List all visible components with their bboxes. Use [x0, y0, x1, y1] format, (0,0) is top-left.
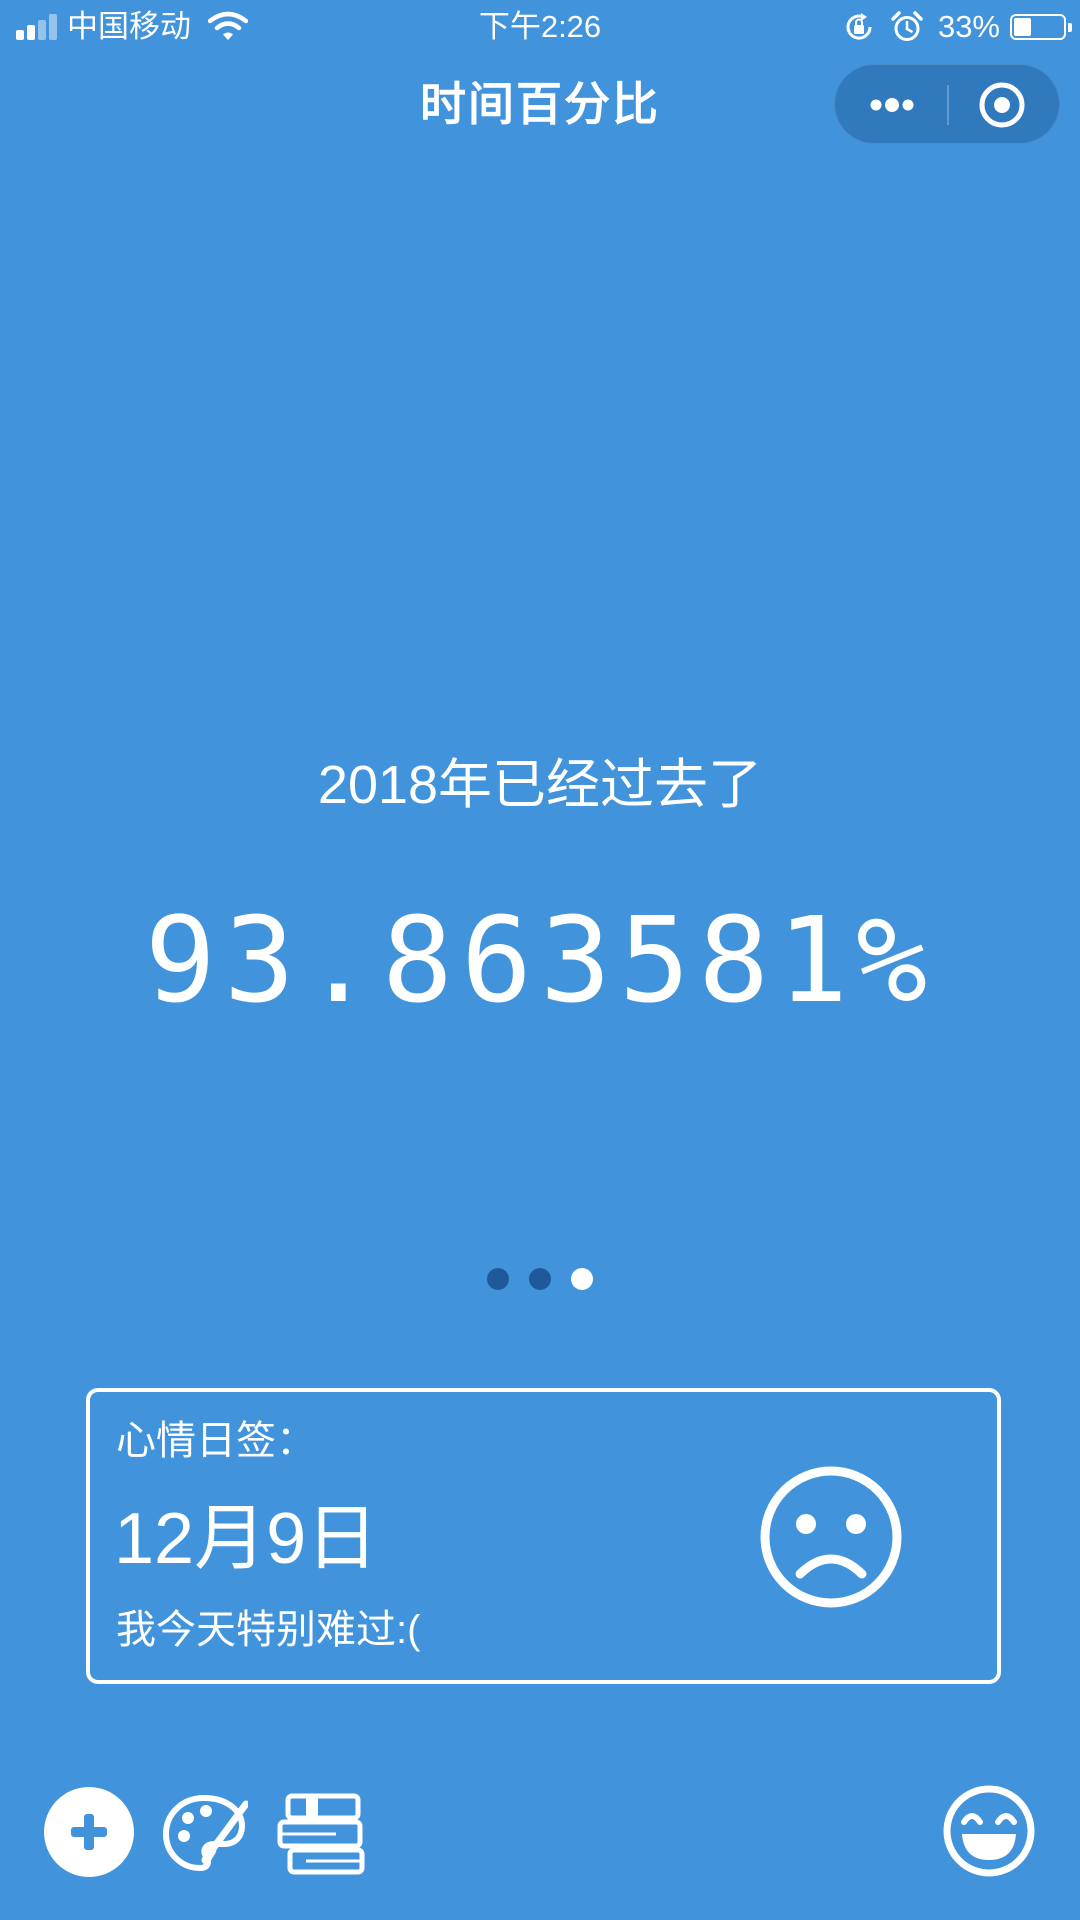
- sad-face-icon: [760, 1466, 902, 1608]
- happy-face-icon[interactable]: [942, 1784, 1036, 1878]
- battery-fill: [1014, 18, 1032, 36]
- mood-card[interactable]: 心情日签： 12月9日 我今天特别难过:(: [86, 1388, 1001, 1684]
- close-target-icon: [979, 82, 1025, 128]
- status-right-group: 33%: [842, 9, 1072, 45]
- add-button[interactable]: [44, 1787, 134, 1877]
- screen: 中国移动 下午2:26 33% 时间百分比 2018年已经过去了 93.8635…: [0, 0, 1080, 1920]
- mood-card-date: 12月9日: [114, 1499, 379, 1579]
- capsule-divider: [947, 85, 949, 125]
- books-icon[interactable]: [276, 1790, 368, 1876]
- mood-card-label: 心情日签：: [116, 1419, 316, 1463]
- year-progress-percent: 93.863581%: [144, 891, 936, 1029]
- more-dots-icon: [870, 98, 914, 112]
- rotation-lock-icon: [846, 13, 872, 40]
- pager-dot[interactable]: [571, 1268, 593, 1290]
- palette-icon[interactable]: [160, 1790, 248, 1876]
- close-button[interactable]: [969, 65, 1035, 145]
- pager-dot[interactable]: [529, 1268, 551, 1290]
- battery-percent: 33%: [937, 9, 1000, 44]
- status-bar: 中国移动 下午2:26 33%: [0, 0, 1080, 54]
- pager-dots: [0, 1268, 1080, 1290]
- pager-dot[interactable]: [487, 1268, 509, 1290]
- battery-icon: [1010, 14, 1072, 40]
- mini-program-capsule: [834, 64, 1060, 144]
- alarm-icon: [891, 11, 923, 41]
- mood-card-note: 我今天特别难过:(: [116, 1608, 421, 1652]
- year-progress-label: 2018年已经过去了: [317, 755, 763, 815]
- more-button[interactable]: [859, 65, 925, 145]
